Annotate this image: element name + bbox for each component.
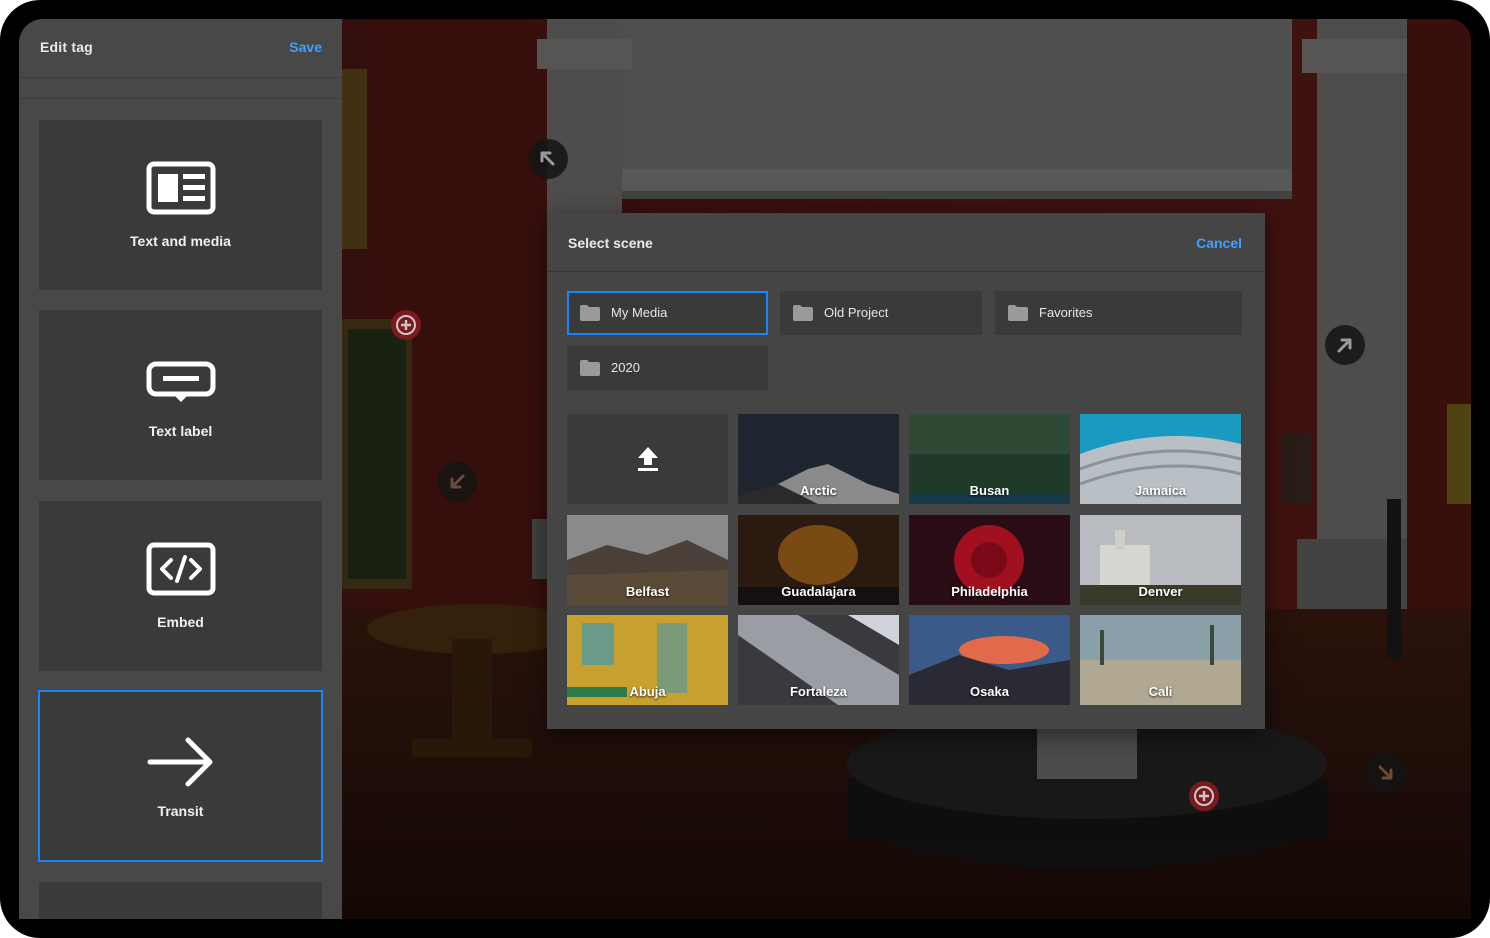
scene-label: Guadalajara [781, 584, 856, 599]
tag-type-label: Transit [157, 803, 204, 819]
scene-label: Philadelphia [951, 584, 1028, 599]
arrow-right-icon [147, 737, 213, 787]
transit-hotspot-up-right[interactable] [1325, 325, 1365, 365]
modal-title: Select scene [568, 235, 653, 251]
folder-2020[interactable]: 2020 [567, 346, 768, 390]
folder-icon [1008, 305, 1028, 321]
folder-label: Old Project [824, 305, 889, 320]
scene-thumb-philadelphia[interactable]: Philadelphia [909, 515, 1070, 605]
scene-thumb-osaka[interactable]: Osaka [909, 615, 1070, 705]
folder-label: My Media [611, 305, 668, 320]
scene-label: Arctic [800, 483, 837, 498]
scene-label: Osaka [969, 684, 1010, 699]
tag-type-label: Text label [148, 423, 213, 439]
scene-thumb-abuja[interactable]: Abuja [567, 615, 728, 705]
folder-icon [793, 305, 813, 321]
sidebar-header: Edit tag Save [19, 19, 342, 78]
scene-thumb-arctic[interactable]: Arctic [738, 414, 899, 504]
text-label-icon [146, 361, 216, 402]
folder-icon [580, 360, 600, 376]
transit-hotspot-down-right[interactable] [1366, 753, 1406, 793]
arrow-down-left-icon [450, 474, 465, 489]
divider [19, 98, 342, 99]
select-scene-modal: Select scene Cancel My Media Old Project… [547, 213, 1265, 729]
scene-thumb-cali[interactable]: Cali [1080, 615, 1241, 705]
scene-label: Jamaica [1134, 483, 1187, 498]
cancel-button[interactable]: Cancel [1196, 235, 1242, 251]
scene-label: Busan [969, 483, 1010, 498]
scene-label: Cali [1148, 684, 1173, 699]
folder-label: Favorites [1039, 305, 1093, 320]
arrow-down-right-icon [1378, 765, 1393, 780]
folder-label: 2020 [611, 360, 640, 375]
embed-code-icon [146, 542, 216, 596]
scene-thumb-denver[interactable]: Denver [1080, 515, 1241, 605]
scene-thumb-jamaica[interactable]: Jamaica [1080, 414, 1241, 504]
scene-label: Abuja [629, 684, 666, 699]
transit-hotspot-up-left[interactable] [528, 139, 568, 179]
scene-label: Fortaleza [789, 684, 848, 699]
edit-tag-sidebar: Edit tag Save Text and media Text label [19, 19, 342, 919]
app-screen: Edit tag Save Text and media Text label [19, 19, 1471, 919]
folder-my-media[interactable]: My Media [567, 291, 768, 335]
tag-type-transit[interactable]: Transit [38, 690, 323, 862]
tag-type-label: Text and media [130, 233, 231, 249]
text-and-media-icon [146, 161, 216, 215]
tag-type-text-label[interactable]: Text label [39, 310, 322, 480]
folder-icon [580, 305, 600, 321]
upload-scene-button[interactable] [567, 414, 728, 504]
transit-hotspot-down-left[interactable] [437, 462, 477, 502]
arrow-up-right-icon [1337, 338, 1352, 353]
upload-icon [638, 447, 658, 471]
add-hotspot-button[interactable] [391, 310, 421, 340]
save-button[interactable]: Save [289, 39, 322, 55]
device-frame: Edit tag Save Text and media Text label [0, 0, 1490, 938]
scene-thumb-fortaleza[interactable]: Fortaleza [738, 615, 899, 705]
sidebar-title: Edit tag [40, 39, 93, 55]
plus-circle-icon [396, 315, 416, 335]
add-hotspot-button[interactable] [1189, 781, 1219, 811]
folder-favorites[interactable]: Favorites [995, 291, 1242, 335]
plus-circle-icon [1194, 786, 1214, 806]
folder-old-project[interactable]: Old Project [780, 291, 982, 335]
tag-type-text-and-media[interactable]: Text and media [39, 120, 322, 290]
scene-thumb-belfast[interactable]: Belfast [567, 515, 728, 605]
scene-thumb-guadalajara[interactable]: Guadalajara [738, 515, 899, 605]
scene-thumb-busan[interactable]: Busan [909, 414, 1070, 504]
tag-type-more[interactable] [39, 882, 322, 919]
scene-label: Belfast [625, 584, 670, 599]
arrow-up-left-icon [540, 151, 555, 166]
modal-header: Select scene Cancel [547, 213, 1265, 272]
scene-label: Denver [1138, 584, 1183, 599]
tag-type-embed[interactable]: Embed [39, 501, 322, 671]
tag-type-label: Embed [157, 614, 204, 630]
